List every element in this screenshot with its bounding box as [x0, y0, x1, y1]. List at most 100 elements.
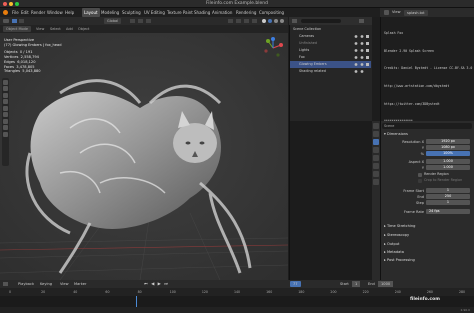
- solid-shading-icon[interactable]: [268, 19, 272, 23]
- menu-keying[interactable]: Keying: [40, 280, 52, 288]
- scene-tab-icon[interactable]: [373, 155, 379, 161]
- playback-controls[interactable]: ⏮ ◀ ▶ ⏭: [144, 280, 169, 288]
- resolution-y-field[interactable]: 1080 px: [426, 145, 470, 150]
- text-line: Blender 2.90 Splash Screen: [384, 48, 434, 53]
- select-box-icon[interactable]: [12, 19, 17, 23]
- transform-tool-icon[interactable]: [3, 112, 8, 117]
- snap-icon[interactable]: [138, 19, 143, 23]
- tool-tab-icon[interactable]: [373, 123, 379, 129]
- cursor-tool-icon[interactable]: [3, 86, 8, 91]
- tab-compositing[interactable]: Compositing: [257, 8, 286, 17]
- scale-tool-icon[interactable]: [3, 105, 8, 111]
- playhead-line: [135, 296, 137, 307]
- ruler-tick: 80: [137, 290, 142, 294]
- world-tab-icon[interactable]: [373, 163, 379, 169]
- rendered-shading-icon[interactable]: [280, 19, 284, 23]
- material-shading-icon[interactable]: [274, 19, 278, 23]
- collection-tab-icon[interactable]: [373, 171, 379, 177]
- menu-playback[interactable]: Playback: [18, 280, 34, 288]
- blender-logo-icon[interactable]: [3, 10, 8, 15]
- resolution-percent-field[interactable]: 100%: [426, 151, 470, 156]
- properties-search-input[interactable]: [382, 123, 472, 129]
- select-tool-icon[interactable]: [3, 79, 8, 85]
- menu-timeline-view[interactable]: View: [60, 280, 69, 288]
- end-field[interactable]: 1000: [378, 281, 394, 287]
- timeline-ruler[interactable]: 0 20 40 60 80 100 120 140 160 180 200 220 240 260 280: [0, 288, 474, 296]
- tab-sculpting[interactable]: Sculpting: [120, 8, 143, 17]
- menu-help[interactable]: Help: [65, 8, 74, 17]
- section-post-processing[interactable]: ▸ Post Processing: [384, 258, 415, 262]
- add-cube-tool-icon[interactable]: [3, 131, 8, 137]
- tab-uv-editing[interactable]: UV Editing: [142, 8, 167, 17]
- select-mode-icon[interactable]: [19, 19, 24, 23]
- gizmo-toggle-icon[interactable]: [236, 19, 241, 23]
- start-field[interactable]: 1: [352, 281, 361, 287]
- section-stereoscopy[interactable]: ▸ Stereoscopy: [384, 233, 409, 237]
- menu-text-view[interactable]: View: [392, 8, 401, 17]
- xray-icon[interactable]: [252, 19, 257, 23]
- wireframe-shading-icon[interactable]: [262, 19, 266, 23]
- crop-region-checkbox[interactable]: [418, 179, 422, 183]
- resolution-x-field[interactable]: 1920 px: [426, 139, 470, 144]
- measure-tool-icon[interactable]: [3, 125, 8, 130]
- rotate-tool-icon[interactable]: [3, 99, 8, 104]
- frame-rate-dropdown[interactable]: 24 fps: [426, 209, 470, 214]
- menu-add[interactable]: Add: [66, 25, 73, 33]
- text-file-selector[interactable]: splash.txt: [404, 9, 428, 16]
- outliner-type-icon[interactable]: [292, 19, 297, 23]
- section-metadata[interactable]: ▸ Metadata: [384, 250, 404, 254]
- timeline-type-icon[interactable]: [3, 282, 8, 286]
- start-label: Start: [340, 282, 349, 286]
- menu-window[interactable]: Window: [47, 8, 63, 17]
- tab-layout[interactable]: Layout: [82, 8, 100, 17]
- overlay-toggle-icon[interactable]: [244, 19, 249, 23]
- tab-rendering[interactable]: Rendering: [234, 8, 258, 17]
- output-tab-icon[interactable]: [373, 139, 379, 145]
- frame-start-field[interactable]: 1: [426, 188, 470, 193]
- section-time-stretching[interactable]: ▸ Time Stretching: [384, 224, 415, 228]
- menu-object[interactable]: Object: [78, 25, 89, 33]
- ruler-tick: 260: [426, 290, 433, 294]
- editor-type-icon[interactable]: [3, 19, 9, 23]
- aspect-y-field[interactable]: 1.000: [426, 165, 470, 170]
- menu-render[interactable]: Render: [31, 8, 45, 17]
- menu-file[interactable]: File: [12, 8, 19, 17]
- move-tool-icon[interactable]: [3, 92, 8, 98]
- annotate-tool-icon[interactable]: [3, 118, 8, 124]
- pivot-icon[interactable]: [130, 19, 135, 23]
- menu-view[interactable]: View: [36, 25, 44, 33]
- render-region-checkbox[interactable]: [418, 173, 422, 177]
- text-editor-type-icon[interactable]: [384, 10, 389, 15]
- version-label: 2.90.0: [460, 308, 470, 312]
- tab-texture-paint[interactable]: Texture Paint: [165, 8, 195, 17]
- menu-marker[interactable]: Marker: [74, 280, 86, 288]
- menu-edit[interactable]: Edit: [21, 8, 29, 17]
- ruler-tick: 0: [9, 290, 12, 294]
- filter-icon[interactable]: [359, 19, 364, 23]
- current-frame-field[interactable]: 77: [290, 281, 301, 287]
- tab-modeling[interactable]: Modeling: [99, 8, 121, 17]
- outliner-search-input[interactable]: [301, 19, 341, 23]
- menu-select[interactable]: Select: [50, 25, 61, 33]
- visibility-icon[interactable]: [228, 19, 233, 23]
- mode-dropdown[interactable]: Object Mode: [3, 26, 32, 32]
- section-output[interactable]: ▸ Output: [384, 242, 399, 246]
- text-line: https://twitter.com/3DBystedt: [384, 101, 440, 106]
- ruler-tick: 200: [330, 290, 337, 294]
- render-tab-icon[interactable]: [373, 131, 379, 137]
- frame-step-field[interactable]: 1: [426, 200, 470, 205]
- proportional-edit-icon[interactable]: [146, 19, 151, 23]
- tab-animation[interactable]: Animation: [210, 8, 234, 17]
- object-tab-icon[interactable]: [373, 179, 379, 185]
- crop-region-label: Crop to Render Region: [424, 178, 463, 182]
- outliner-item-scene-collection[interactable]: Scene Collection: [290, 26, 371, 33]
- frame-end-field[interactable]: 250: [426, 194, 470, 199]
- navigation-gizmo[interactable]: [262, 37, 284, 59]
- section-dimensions[interactable]: ▾ Dimensions: [384, 132, 408, 136]
- timeline-tracks[interactable]: [0, 296, 474, 307]
- aspect-x-field[interactable]: 1.000: [426, 159, 470, 164]
- viewport-stats: User Perspective (77) Glowing Embers | f…: [4, 38, 62, 74]
- orientation-dropdown[interactable]: Global: [104, 18, 122, 24]
- ruler-tick: 240: [394, 290, 401, 294]
- view-layer-tab-icon[interactable]: [373, 147, 379, 153]
